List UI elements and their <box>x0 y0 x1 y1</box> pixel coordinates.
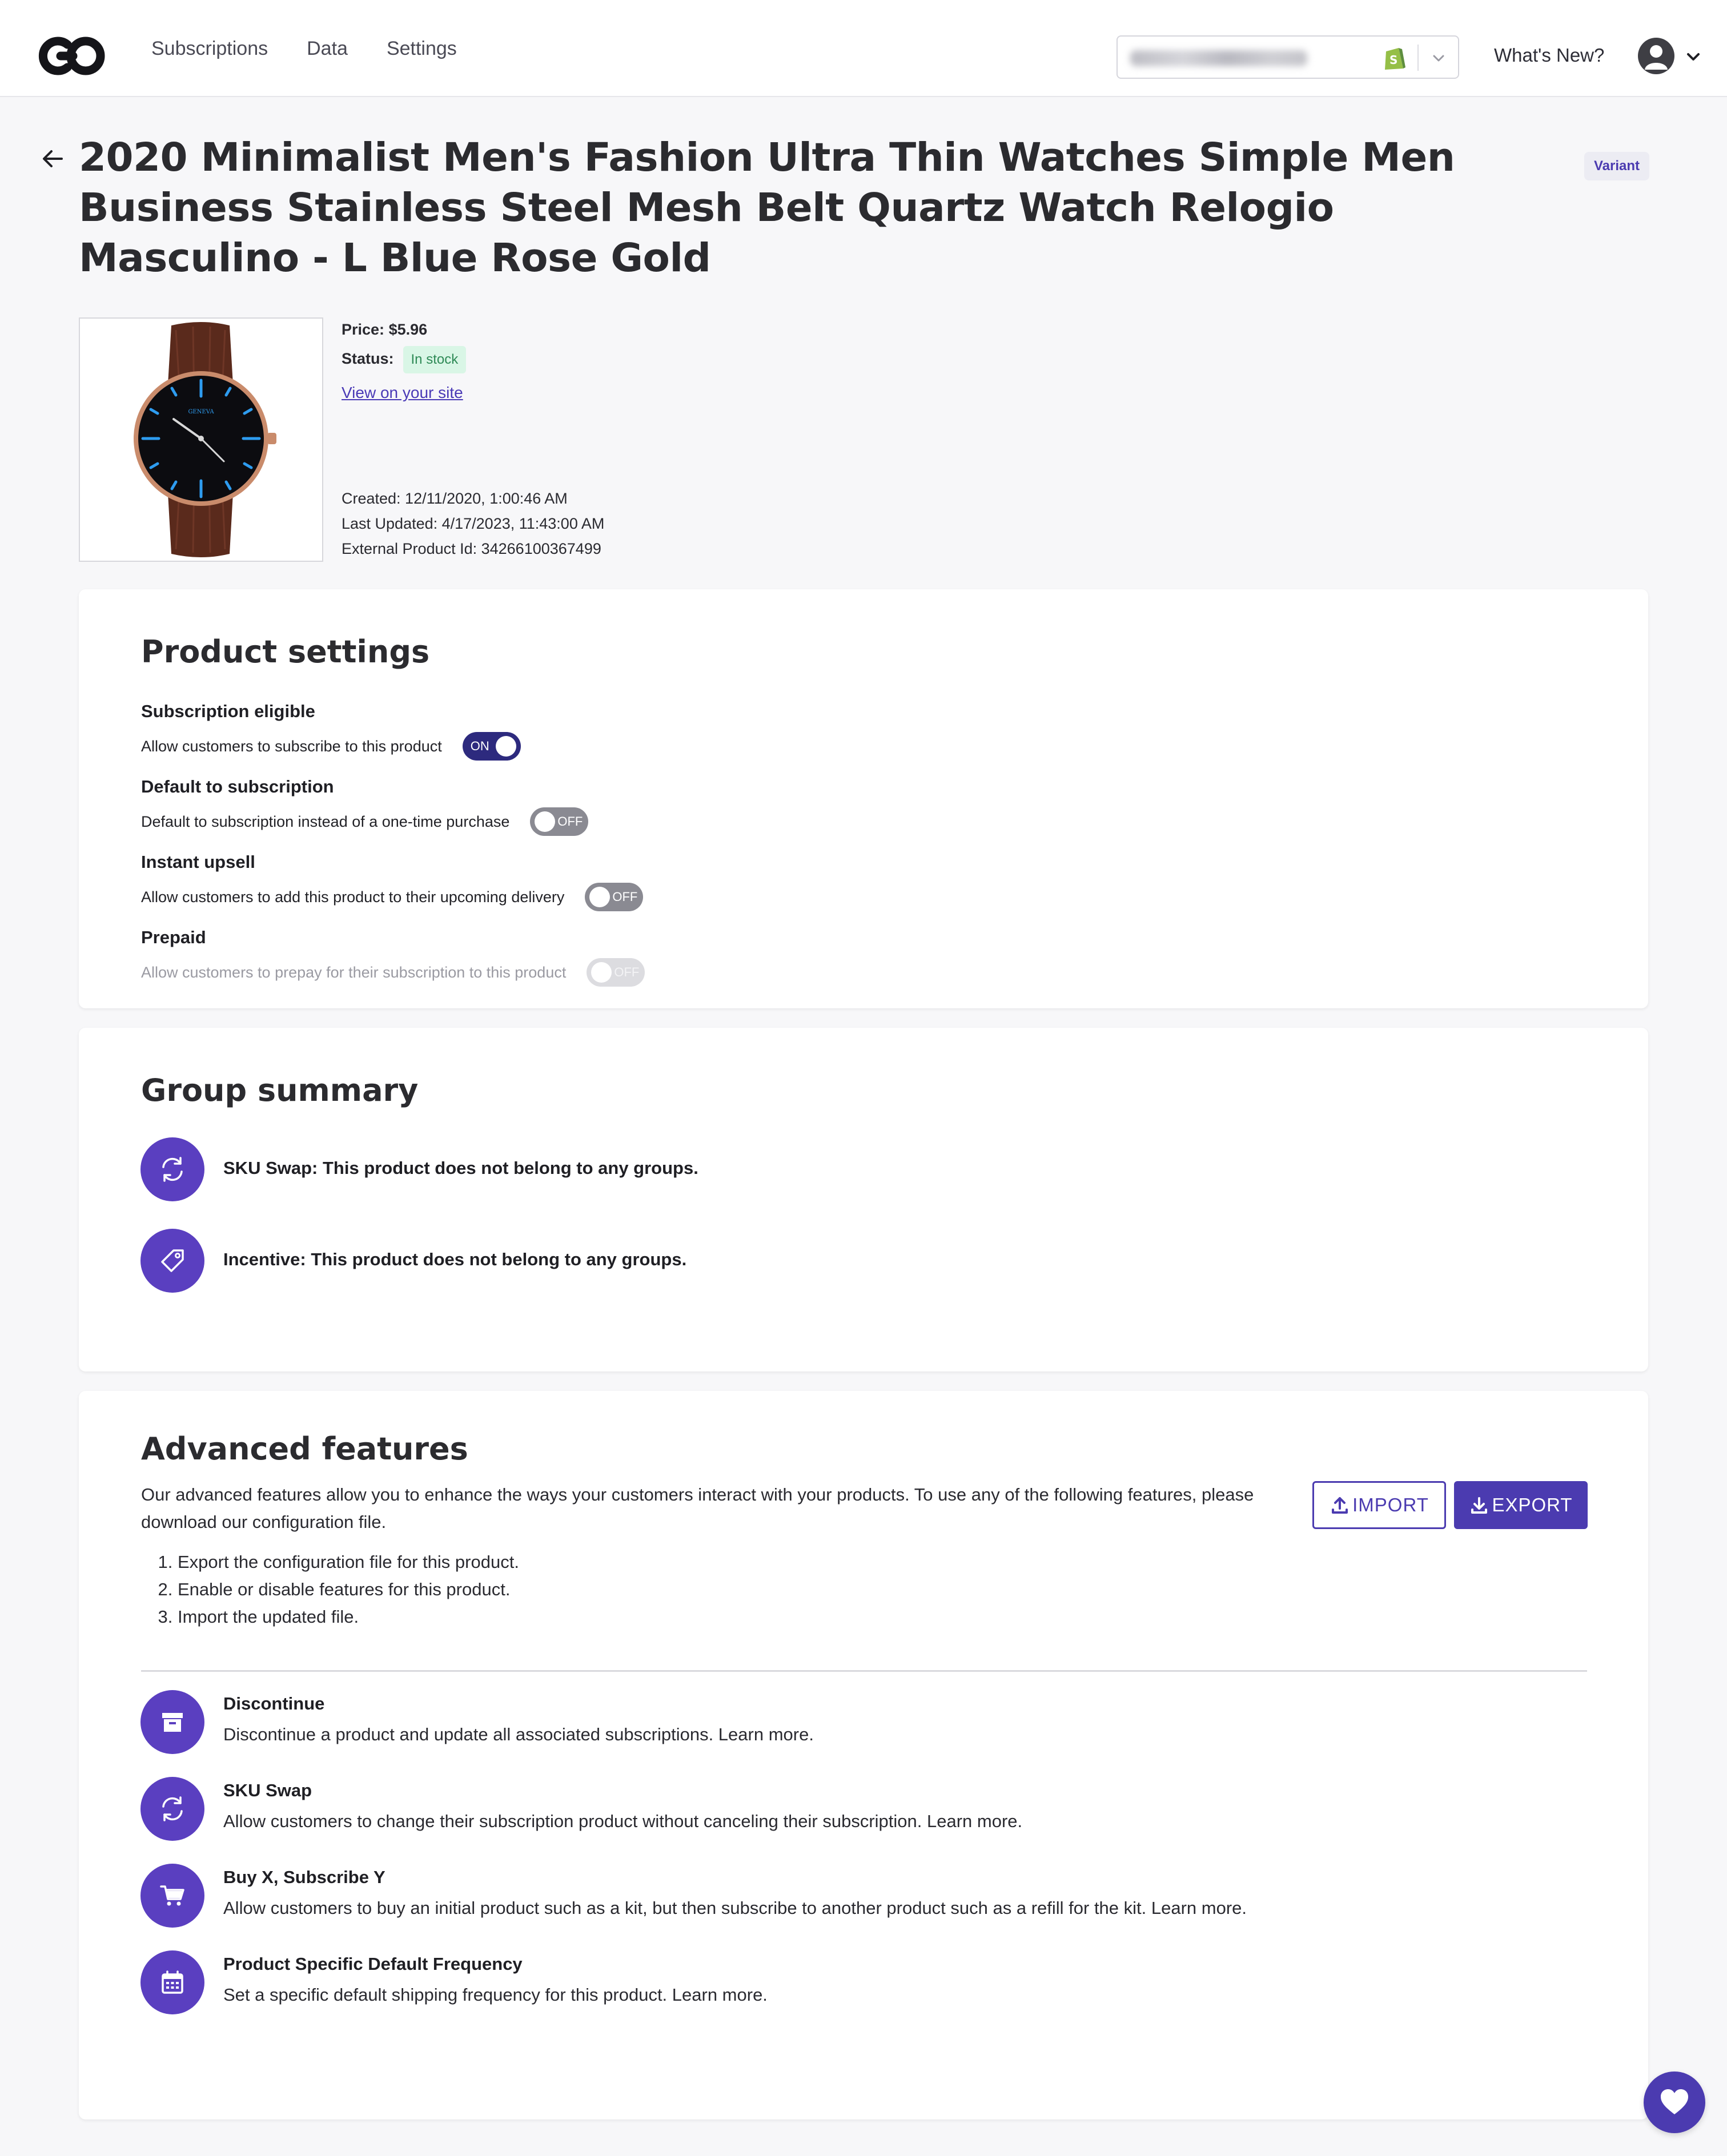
top-navigation-bar: Subscriptions Data Settings S What's New… <box>0 0 1727 97</box>
user-avatar-icon[interactable] <box>1638 38 1674 74</box>
nav-item-subscriptions[interactable]: Subscriptions <box>151 38 268 60</box>
status-label: Status: <box>342 350 394 368</box>
variant-badge: Variant <box>1584 152 1649 180</box>
import-button-label: IMPORT <box>1352 1494 1429 1515</box>
default-to-subscription-toggle[interactable]: OFF <box>530 807 589 836</box>
last-updated-date: Last Updated: 4/17/2023, 11:43:00 AM <box>342 515 605 532</box>
toggle-state-label: OFF <box>614 965 640 979</box>
store-name-redacted <box>1130 50 1307 66</box>
feature-discontinue-title: Discontinue <box>223 1694 325 1713</box>
heart-icon <box>1661 2089 1688 2114</box>
brand-logo-icon[interactable] <box>35 33 110 79</box>
feature-buy-x-subscribe-y-description: Allow customers to buy an initial produc… <box>223 1898 1247 1918</box>
group-incentive-text: Incentive: This product does not belong … <box>223 1249 687 1269</box>
whats-new-link[interactable]: What's New? <box>1494 45 1604 66</box>
product-image: GENEVA <box>79 317 323 562</box>
status-row: Status: In stock <box>342 346 467 373</box>
feature-discontinue-description: Discontinue a product and update all ass… <box>223 1724 814 1744</box>
toggle-knob <box>589 887 611 907</box>
store-selector[interactable]: S <box>1116 35 1459 79</box>
group-summary-card: Group summary SKU Swap: This product doe… <box>79 1028 1648 1371</box>
setting-prepaid: Prepaid Allow customers to prepay for th… <box>141 927 645 987</box>
view-link-row: View on your site <box>342 384 463 402</box>
upload-icon <box>1332 1497 1348 1514</box>
setting-title: Default to subscription <box>141 777 334 797</box>
svg-text:S: S <box>1389 53 1397 67</box>
advanced-features-heading: Advanced features <box>141 1431 468 1467</box>
advanced-divider <box>141 1670 1587 1672</box>
download-icon <box>1471 1497 1488 1514</box>
step-item: Import the updated file. <box>178 1603 519 1631</box>
refresh-icon <box>140 1137 204 1201</box>
nav-item-data[interactable]: Data <box>307 38 348 60</box>
setting-description: Allow customers to subscribe to this pro… <box>141 737 442 755</box>
product-settings-card: Product settings Subscription eligible A… <box>79 589 1648 1008</box>
cart-icon <box>140 1864 204 1928</box>
product-settings-heading: Product settings <box>141 634 430 670</box>
setting-instant-upsell: Instant upsell Allow customers to add th… <box>141 852 644 911</box>
back-arrow-icon[interactable] <box>39 145 66 172</box>
setting-default-to-subscription: Default to subscription Default to subsc… <box>141 777 589 836</box>
feature-sku-swap-description: Allow customers to change their subscrip… <box>223 1811 1023 1831</box>
feature-sku-swap-title: SKU Swap <box>223 1780 312 1800</box>
page: Subscriptions Data Settings S What's New… <box>0 0 1727 2156</box>
step-item: Enable or disable features for this prod… <box>178 1576 519 1603</box>
main-nav: Subscriptions Data Settings <box>151 0 496 97</box>
nav-item-settings[interactable]: Settings <box>387 38 457 60</box>
advanced-steps-list: Export the configuration file for this p… <box>141 1548 519 1631</box>
setting-subscription-eligible: Subscription eligible Allow customers to… <box>141 701 521 761</box>
advanced-features-description: Our advanced features allow you to enhan… <box>141 1485 1254 1532</box>
setting-description: Allow customers to prepay for their subs… <box>141 963 567 981</box>
import-button[interactable]: IMPORT <box>1312 1481 1446 1529</box>
price-row: Price: $5.96 <box>342 321 427 339</box>
setting-description: Default to subscription instead of a one… <box>141 812 510 830</box>
group-sku-swap-text: SKU Swap: This product does not belong t… <box>223 1158 698 1178</box>
feedback-heart-button[interactable] <box>1644 2071 1705 2133</box>
price-label: Price: <box>342 321 385 338</box>
shopify-icon: S <box>1385 48 1405 70</box>
external-product-id: External Product Id: 34266100367499 <box>342 540 601 557</box>
prepaid-toggle[interactable]: OFF <box>587 958 645 987</box>
created-date: Created: 12/11/2020, 1:00:46 AM <box>342 490 568 507</box>
group-summary-heading: Group summary <box>141 1072 419 1108</box>
calendar-icon <box>140 1950 204 2014</box>
refresh-icon <box>140 1777 204 1841</box>
setting-description: Allow customers to add this product to t… <box>141 888 565 906</box>
chevron-down-icon[interactable] <box>1684 47 1703 66</box>
archive-icon <box>140 1690 204 1754</box>
store-selector-divider <box>1417 45 1419 71</box>
toggle-state-label: ON <box>470 739 489 753</box>
toggle-state-label: OFF <box>612 890 638 904</box>
advanced-features-card: Advanced features Our advanced features … <box>79 1391 1648 2119</box>
status-badge: In stock <box>403 346 467 373</box>
setting-title: Subscription eligible <box>141 701 315 721</box>
feature-buy-x-subscribe-y-title: Buy X, Subscribe Y <box>223 1867 385 1887</box>
toggle-knob <box>591 962 612 983</box>
watch-image: GENEVA <box>134 322 276 557</box>
view-on-site-link[interactable]: View on your site <box>342 384 463 401</box>
price-value: $5.96 <box>388 321 428 338</box>
export-button[interactable]: EXPORT <box>1454 1481 1588 1529</box>
toggle-knob <box>495 736 516 757</box>
toggle-knob <box>535 811 556 832</box>
setting-title: Prepaid <box>141 927 206 947</box>
setting-title: Instant upsell <box>141 852 255 872</box>
step-item: Export the configuration file for this p… <box>178 1548 519 1576</box>
watch-brand-text: GENEVA <box>188 409 214 415</box>
feature-default-frequency-title: Product Specific Default Frequency <box>223 1954 523 1974</box>
export-button-label: EXPORT <box>1492 1494 1573 1515</box>
product-title: 2020 Minimalist Men's Fashion Ultra Thin… <box>79 135 1455 281</box>
chevron-down-icon[interactable] <box>1429 49 1448 67</box>
subscription-eligible-toggle[interactable]: ON <box>462 732 521 761</box>
tag-icon <box>140 1229 204 1293</box>
toggle-state-label: OFF <box>557 814 583 828</box>
feature-default-frequency-description: Set a specific default shipping frequenc… <box>223 1985 768 2005</box>
instant-upsell-toggle[interactable]: OFF <box>585 883 644 911</box>
